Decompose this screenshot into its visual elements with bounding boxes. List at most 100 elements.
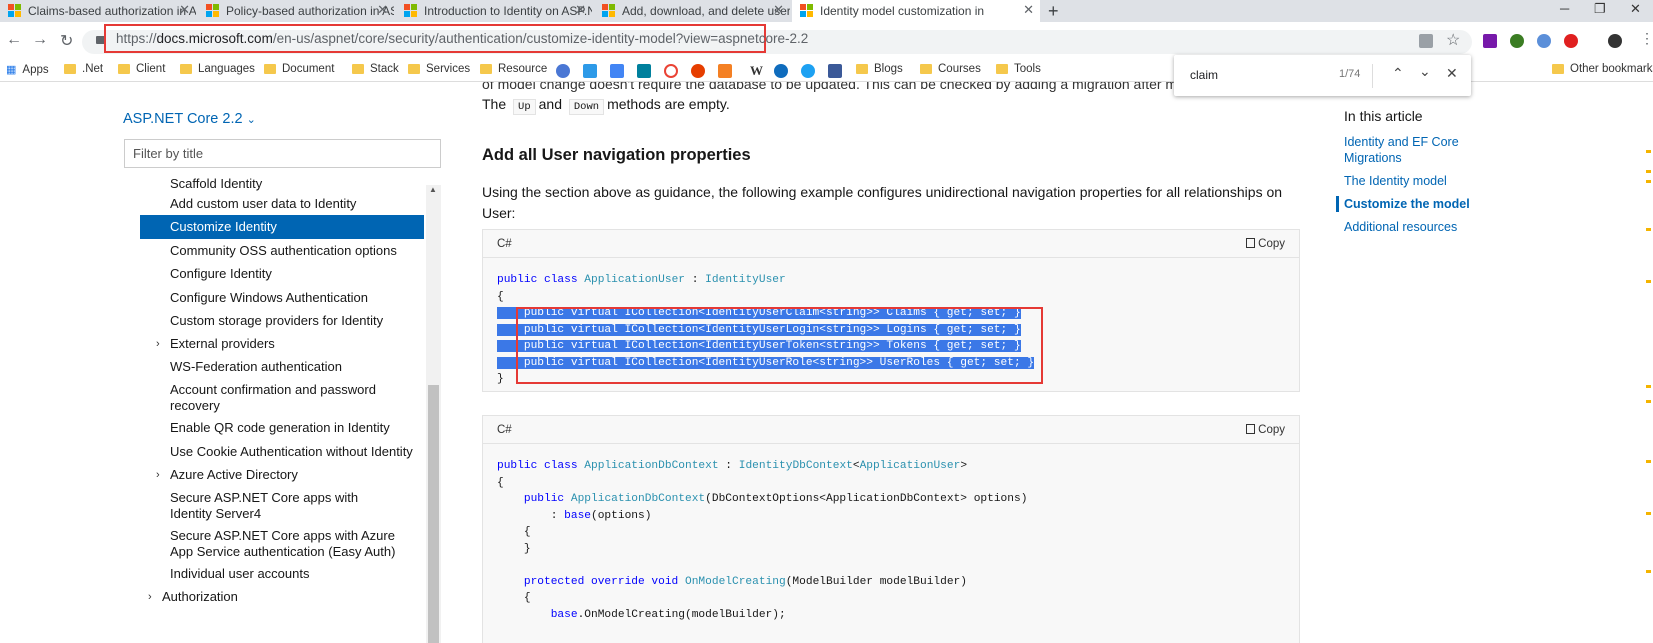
twitter-icon[interactable] xyxy=(801,64,815,78)
in-this-article-heading: In this article xyxy=(1344,108,1423,124)
url-host: docs.microsoft.com xyxy=(156,31,273,46)
article-link[interactable]: The Identity model xyxy=(1344,173,1514,189)
bing-icon[interactable] xyxy=(637,64,651,78)
copy-button[interactable]: Copy xyxy=(1246,238,1285,250)
chevron-right-icon: › xyxy=(148,591,152,603)
toc-item[interactable]: Add custom user data to Identity xyxy=(140,196,424,212)
toc-item[interactable]: Scaffold Identity xyxy=(140,178,424,192)
bookmark-folder[interactable]: .Net xyxy=(64,63,103,75)
tab-title: Add, download, and delete user xyxy=(622,4,790,18)
folder-icon xyxy=(352,64,364,74)
toc-item[interactable]: Community OSS authentication options xyxy=(140,243,424,259)
toc-item[interactable]: Secure ASP.NET Core apps with Azure App … xyxy=(140,528,424,560)
apps-grid-icon: ▦ xyxy=(6,64,17,76)
chevron-up-icon[interactable]: ⌃ xyxy=(1392,65,1404,82)
bookmark-icon[interactable] xyxy=(583,64,597,78)
bookmark-folder[interactable]: Resource xyxy=(480,63,547,75)
url-field[interactable]: https://docs.microsoft.com/en-us/aspnet/… xyxy=(104,24,808,53)
microsoft-logo-icon xyxy=(602,4,616,18)
bookmark-folder[interactable]: Document xyxy=(264,63,334,75)
tab-identity-model[interactable]: Identity model customization in ✕ xyxy=(792,0,1040,22)
close-tab-icon[interactable]: ✕ xyxy=(575,2,586,18)
close-icon[interactable]: ✕ xyxy=(1446,65,1458,82)
tab-policy-authorization[interactable]: Policy-based authorization in AS ✕ xyxy=(198,0,394,22)
bookmark-folder[interactable]: Stack xyxy=(352,63,399,75)
minimize-icon[interactable]: ─ xyxy=(1560,0,1569,18)
tab-title: Introduction to Identity on ASP.N xyxy=(424,4,592,18)
toc-scrollbar[interactable]: ▲ xyxy=(426,185,441,643)
filter-input[interactable]: Filter by title xyxy=(124,139,441,168)
article-link[interactable]: Identity and EF Core Migrations xyxy=(1344,134,1514,166)
tab-claims-authorization[interactable]: Claims-based authorization in AS ✕ xyxy=(0,0,196,22)
text: The xyxy=(482,96,507,112)
article-link-current[interactable]: Customize the model xyxy=(1336,196,1514,212)
restore-icon[interactable]: ❐ xyxy=(1594,0,1606,18)
toc-item[interactable]: WS-Federation authentication xyxy=(140,359,424,375)
toc-label: Community OSS authentication options xyxy=(170,243,397,258)
bookmark-folder[interactable]: Other bookmarks xyxy=(1552,63,1653,75)
tab-strip: Claims-based authorization in AS ✕ Polic… xyxy=(0,0,1653,22)
profile-avatar-icon[interactable] xyxy=(1608,34,1622,48)
bookmark-folder[interactable]: Client xyxy=(118,63,165,75)
table-of-contents: Scaffold Identity Add custom user data t… xyxy=(140,178,424,643)
facebook-icon[interactable] xyxy=(828,64,842,78)
code-block-2: C# Copy public class ApplicationDbContex… xyxy=(482,415,1300,643)
close-tab-icon[interactable]: ✕ xyxy=(1023,2,1034,18)
chevron-right-icon: › xyxy=(156,469,160,481)
toc-item[interactable]: Account confirmation and password recove… xyxy=(140,382,424,414)
close-window-icon[interactable]: ✕ xyxy=(1630,0,1641,18)
toc-item[interactable]: Configure Windows Authentication xyxy=(140,290,424,306)
scrollbar-thumb[interactable] xyxy=(428,385,439,643)
toc-item[interactable]: Configure Identity xyxy=(140,266,424,282)
extension-icon[interactable] xyxy=(1510,34,1524,48)
bookmark-folder[interactable]: Tools xyxy=(996,63,1041,75)
menu-icon[interactable]: ⋮ xyxy=(1640,30,1653,47)
toc-item[interactable]: Enable QR code generation in Identity xyxy=(140,420,424,436)
folder-icon xyxy=(920,64,932,74)
toc-item[interactable]: › Authorization xyxy=(140,589,424,605)
tab-intro-identity[interactable]: Introduction to Identity on ASP.N ✕ xyxy=(396,0,592,22)
opera-icon[interactable] xyxy=(1564,34,1578,48)
toc-item-selected[interactable]: Customize Identity xyxy=(140,215,424,239)
wikipedia-icon[interactable]: W xyxy=(750,63,763,79)
tab-user-data[interactable]: Add, download, and delete user ✕ xyxy=(594,0,790,22)
close-tab-icon[interactable]: ✕ xyxy=(377,2,388,18)
microsoft-logo-icon xyxy=(206,4,220,18)
back-icon[interactable]: ← xyxy=(6,31,22,49)
bookmark-folder[interactable]: Languages xyxy=(180,63,255,75)
toc-item[interactable]: Secure ASP.NET Core apps with Identity S… xyxy=(140,490,424,522)
scroll-up-icon[interactable]: ▲ xyxy=(429,185,437,194)
forward-icon[interactable]: → xyxy=(32,31,48,49)
toc-item[interactable]: Individual user accounts xyxy=(140,566,424,582)
new-tab-button[interactable]: + xyxy=(1048,0,1059,22)
bookmark-apps[interactable]: ▦ Apps xyxy=(6,63,49,77)
close-tab-icon[interactable]: ✕ xyxy=(179,2,190,18)
translate-icon[interactable] xyxy=(610,64,624,78)
bookmark-folder[interactable]: Courses xyxy=(920,63,981,75)
bookmark-star-icon[interactable]: ☆ xyxy=(1446,30,1460,50)
extension-icon[interactable] xyxy=(1537,34,1551,48)
copy-button[interactable]: Copy xyxy=(1246,424,1285,436)
bookmark-icon[interactable] xyxy=(691,64,705,78)
article-link[interactable]: Additional resources xyxy=(1344,219,1514,235)
chevron-down-icon[interactable]: ⌄ xyxy=(1419,63,1431,80)
close-tab-icon[interactable]: ✕ xyxy=(773,2,784,18)
onenote-icon[interactable] xyxy=(1483,34,1497,48)
version-selector[interactable]: ASP.NET Core 2.2 ⌄ xyxy=(123,111,256,127)
google-icon[interactable] xyxy=(664,64,678,78)
find-input[interactable]: claim xyxy=(1190,68,1218,82)
bookmark-folder[interactable]: Services xyxy=(408,63,470,75)
onedrive-icon[interactable] xyxy=(774,64,788,78)
paw-icon[interactable] xyxy=(556,64,570,78)
bookmark-label: Stack xyxy=(370,63,399,75)
toc-label: Secure ASP.NET Core apps with Azure App … xyxy=(170,528,396,559)
toc-item[interactable]: Use Cookie Authentication without Identi… xyxy=(140,444,424,460)
toc-item[interactable]: Custom storage providers for Identity xyxy=(140,313,424,329)
toc-item[interactable]: › External providers xyxy=(140,336,424,352)
stackoverflow-icon[interactable] xyxy=(718,64,732,78)
inline-code-down: Down xyxy=(568,99,605,115)
bookmark-folder[interactable]: Blogs xyxy=(856,63,903,75)
toc-item[interactable]: › Azure Active Directory xyxy=(140,467,424,483)
page-action-icon[interactable] xyxy=(1419,34,1433,48)
reload-icon[interactable]: ↻ xyxy=(60,31,73,51)
